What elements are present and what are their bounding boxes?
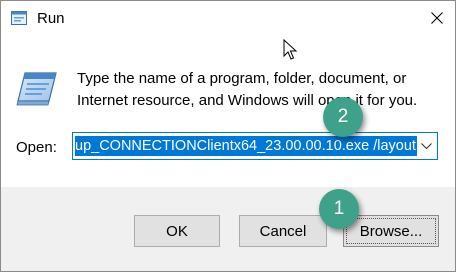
run-dialog: Run Type the name of a program, folder, … <box>0 0 456 272</box>
title-bar[interactable]: Run <box>1 1 455 35</box>
open-label: Open: <box>16 139 57 156</box>
open-input[interactable]: up_CONNECTIONClientx64_23.00.00.10.exe /… <box>75 136 417 156</box>
close-icon <box>431 12 443 24</box>
ok-button[interactable]: OK <box>134 215 220 247</box>
step-badge-1: 1 <box>319 189 359 229</box>
run-app-icon <box>11 11 27 25</box>
open-combobox[interactable]: up_CONNECTIONClientx64_23.00.00.10.exe /… <box>72 132 438 160</box>
ok-button-label: OK <box>166 222 188 240</box>
run-program-icon <box>16 72 57 106</box>
mouse-cursor-icon <box>283 39 298 60</box>
window-title: Run <box>37 10 65 27</box>
step-badge-1-number: 1 <box>333 198 345 219</box>
description-line-2: Internet resource, and Windows will open… <box>77 92 418 109</box>
browse-button[interactable]: Browse... <box>343 215 439 247</box>
step-badge-2-number: 2 <box>337 106 349 127</box>
dropdown-button[interactable] <box>418 137 434 155</box>
close-button[interactable] <box>419 1 455 35</box>
focus-ring <box>346 218 436 244</box>
cancel-button-label: Cancel <box>259 222 307 240</box>
cancel-button[interactable]: Cancel <box>239 215 327 247</box>
dialog-description: Type the name of a program, folder, docu… <box>77 68 437 112</box>
step-badge-2: 2 <box>323 97 363 137</box>
chevron-down-icon <box>420 142 432 149</box>
description-line-1: Type the name of a program, folder, docu… <box>77 70 407 87</box>
